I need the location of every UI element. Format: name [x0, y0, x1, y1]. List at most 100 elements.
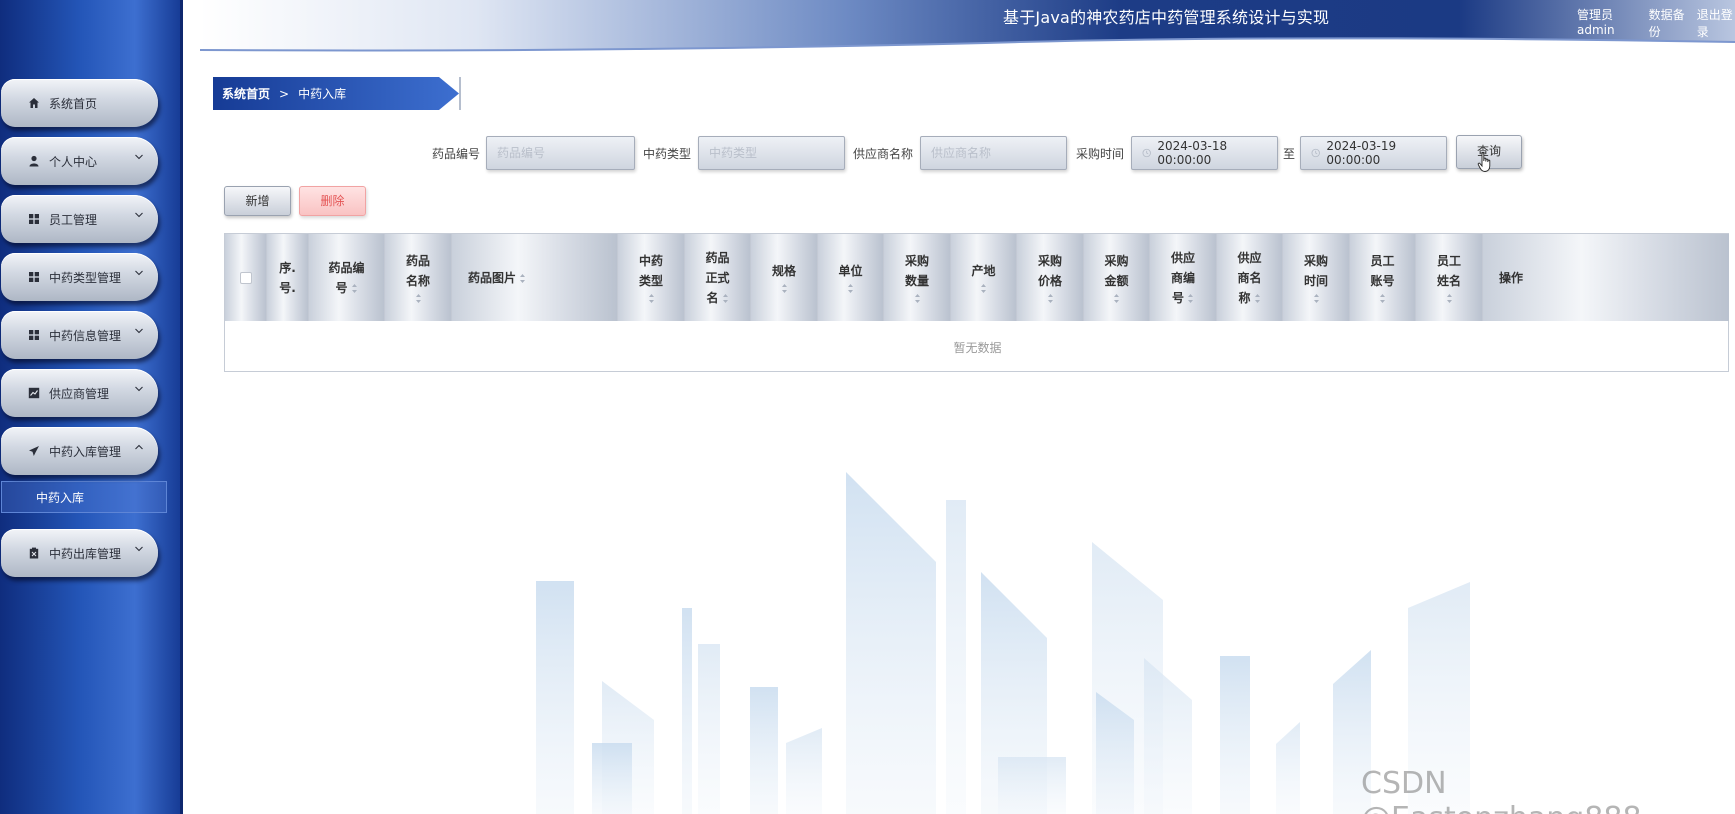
th-purchase-time[interactable]: 采购 时间 — [1283, 234, 1350, 321]
sidebar-item-label: 个人中心 — [49, 154, 98, 169]
sidebar-item-label: 供应商管理 — [49, 386, 110, 401]
grid-icon — [27, 212, 41, 226]
chevron-down-icon — [135, 270, 143, 276]
sort-icon — [415, 294, 421, 303]
site-title: 基于Java的神农药店中药管理系统设计与实现 — [1003, 8, 1330, 27]
th-employee-account[interactable]: 员工 账号 — [1350, 234, 1416, 321]
th-index: 序. 号. — [267, 234, 309, 321]
sidebar-item-label: 员工管理 — [49, 212, 98, 227]
add-button[interactable]: 新增 — [224, 186, 291, 216]
sort-icon — [1047, 294, 1053, 303]
sort-icon — [1313, 294, 1319, 303]
th-operations: 操作 — [1483, 234, 1729, 321]
sort-icon — [781, 284, 787, 293]
clipboard-icon — [27, 546, 41, 560]
th-select[interactable] — [225, 234, 267, 321]
breadcrumb-current: 中药入库 — [298, 87, 347, 101]
sort-icon — [1446, 294, 1452, 303]
type-label: 中药类型 — [643, 147, 692, 161]
grid-icon — [27, 328, 41, 342]
header: 基于Java的神农药店中药管理系统设计与实现 管理员 admin 数据备份 退出… — [200, 0, 1735, 54]
date-from-picker[interactable]: 2024-03-18 00:00:00 — [1131, 136, 1278, 170]
sidebar-item-stock-out[interactable]: 中药出库管理 — [1, 529, 158, 577]
sort-icon — [848, 284, 853, 293]
watermark: CSDN @Eastonzhang888 — [1361, 766, 1642, 814]
sort-icon — [981, 284, 986, 293]
code-label: 药品编号 — [432, 147, 481, 161]
sidebar-item-herb-types[interactable]: 中药类型管理 — [1, 253, 158, 301]
sidebar-subitem-label: 中药入库 — [36, 490, 85, 505]
clock-icon — [1311, 148, 1320, 158]
breadcrumb-home[interactable]: 系统首页 — [222, 85, 270, 102]
date-range-separator: 至 — [1283, 147, 1296, 161]
empty-text: 暂无数据 — [953, 340, 1002, 355]
sidebar-subitem-stock-in[interactable]: 中药入库 — [1, 481, 167, 513]
user-icon — [27, 154, 41, 168]
chevron-up-icon — [135, 444, 143, 450]
chevron-down-icon — [135, 386, 143, 392]
th-formal-name[interactable]: 药品 正式 名 — [685, 234, 751, 321]
th-unit[interactable]: 单位 — [818, 234, 884, 321]
th-type[interactable]: 中药 类型 — [618, 234, 685, 321]
sidebar-item-profile[interactable]: 个人中心 — [1, 137, 158, 185]
sidebar-item-label: 中药信息管理 — [49, 328, 122, 343]
stock-in-table: 序. 号. 药品编 号 药品 名称 药品图片 中药 类型 药品 正式 名 规格 单位 — [224, 233, 1729, 372]
table-header: 序. 号. 药品编 号 药品 名称 药品图片 中药 类型 药品 正式 名 规格 单位 — [225, 234, 1730, 321]
date-from-value: 2024-03-18 00:00:00 — [1157, 139, 1228, 167]
backup-link[interactable]: 数据备份 — [1649, 6, 1687, 40]
th-image[interactable]: 药品图片 — [452, 234, 618, 321]
sort-icon — [1188, 293, 1193, 303]
sort-icon — [1114, 294, 1119, 303]
th-supplier-code[interactable]: 供应 商编 号 — [1150, 234, 1217, 321]
date-to-value: 2024-03-19 00:00:00 — [1326, 139, 1397, 167]
sort-icon — [351, 283, 357, 293]
th-price[interactable]: 采购 价格 — [1017, 234, 1084, 321]
sort-icon — [520, 273, 526, 283]
header-wave-background — [200, 0, 1735, 52]
sidebar-item-herb-info[interactable]: 中药信息管理 — [1, 311, 158, 359]
date-to-picker[interactable]: 2024-03-19 00:00:00 — [1300, 136, 1447, 170]
th-quantity[interactable]: 采购 数量 — [884, 234, 951, 321]
sidebar-item-label: 中药出库管理 — [49, 546, 122, 561]
sidebar-item-label: 系统首页 — [49, 96, 98, 111]
th-origin[interactable]: 产地 — [951, 234, 1017, 321]
select-all-checkbox[interactable] — [239, 271, 252, 284]
table-empty-row: 暂无数据 — [225, 322, 1730, 372]
sidebar-item-employees[interactable]: 员工管理 — [1, 195, 158, 243]
sort-icon — [722, 293, 728, 303]
send-icon — [27, 444, 41, 458]
sidebar-item-stock-in[interactable]: 中药入库管理 — [1, 427, 158, 475]
code-input[interactable] — [486, 136, 635, 170]
skyline-background — [536, 472, 1470, 814]
sidebar-item-label: 中药类型管理 — [49, 270, 122, 285]
sort-icon — [648, 294, 654, 303]
chevron-down-icon — [135, 154, 143, 160]
breadcrumb: 系统首页 > 中药入库 — [213, 77, 461, 110]
sidebar-item-home[interactable]: 系统首页 — [1, 79, 158, 127]
header-links: 管理员 admin 数据备份 退出登录 — [1577, 6, 1735, 40]
sidebar-item-suppliers[interactable]: 供应商管理 — [1, 369, 158, 417]
sidebar: 系统首页 个人中心 员工管理 中药类型管理 中药信息管理 供应商管理 中药入库管… — [0, 0, 183, 814]
type-input[interactable] — [698, 136, 845, 170]
sort-icon — [1380, 294, 1385, 303]
supplier-input[interactable] — [920, 136, 1067, 170]
th-name[interactable]: 药品 名称 — [385, 234, 452, 321]
th-amount[interactable]: 采购 金额 — [1084, 234, 1150, 321]
sort-icon — [1254, 293, 1260, 303]
delete-button[interactable]: 删除 — [299, 186, 366, 216]
time-label: 采购时间 — [1076, 147, 1125, 161]
hand-cursor-icon — [1477, 152, 1491, 172]
th-spec[interactable]: 规格 — [751, 234, 818, 321]
th-code[interactable]: 药品编 号 — [309, 234, 385, 321]
supplier-label: 供应商名称 — [853, 147, 914, 161]
chevron-down-icon — [135, 212, 143, 218]
chart-icon — [27, 386, 41, 400]
breadcrumb-separator: > — [279, 86, 290, 101]
chevron-down-icon — [135, 546, 143, 552]
user-label: 管理员 admin — [1577, 8, 1615, 37]
th-supplier-name[interactable]: 供应 商名 称 — [1217, 234, 1283, 321]
th-employee-name[interactable]: 员工 姓名 — [1416, 234, 1483, 321]
clock-icon — [1142, 148, 1151, 158]
logout-link[interactable]: 退出登录 — [1697, 6, 1735, 40]
home-icon — [27, 96, 41, 110]
